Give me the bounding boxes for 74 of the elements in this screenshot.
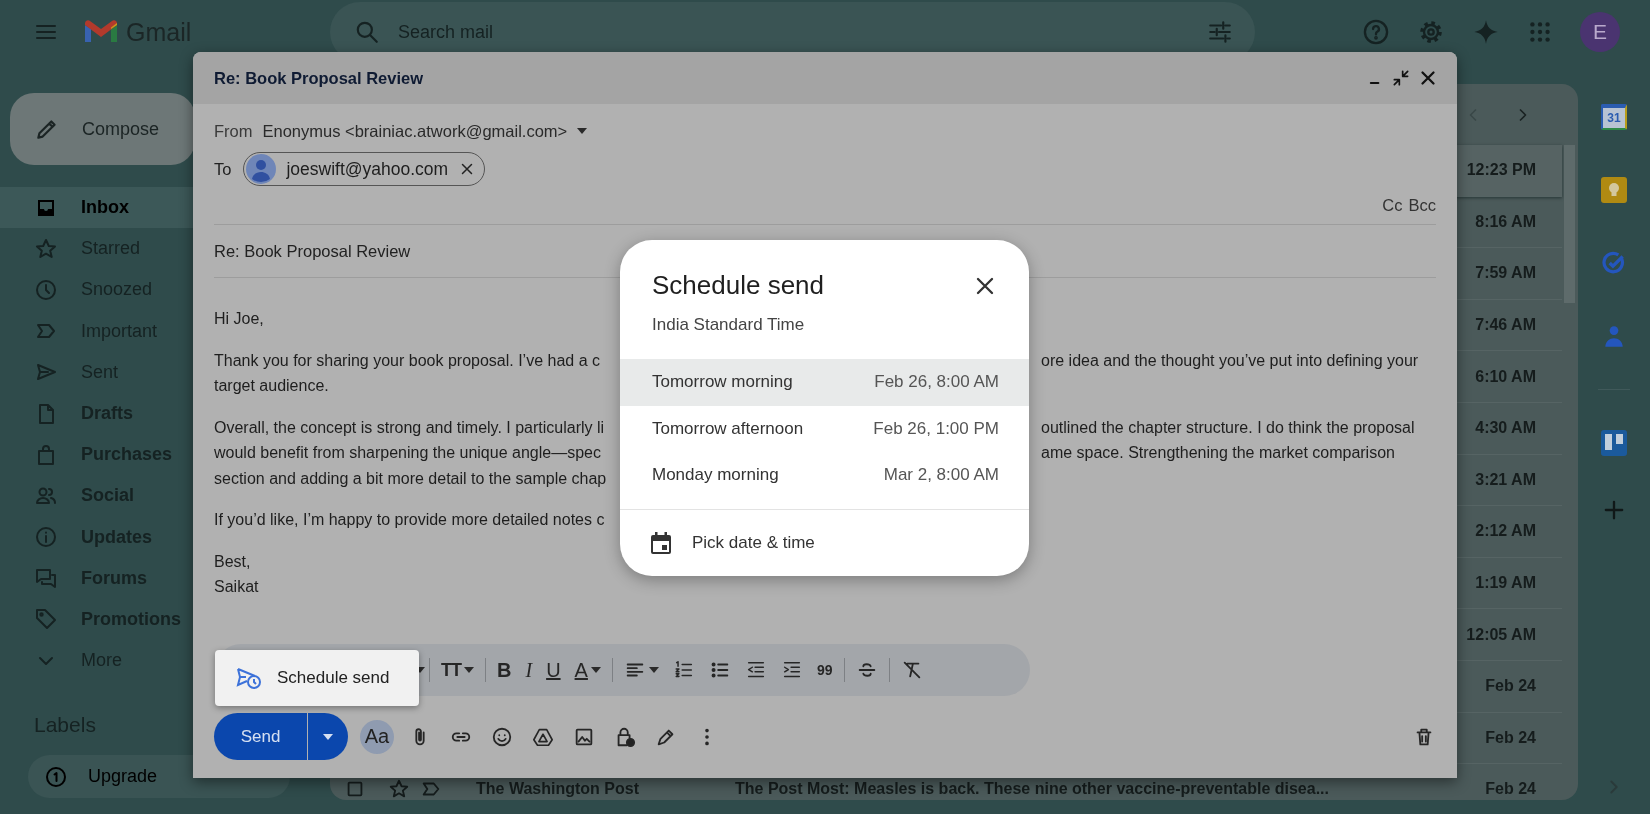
body-text: would benefit from sharpening the unique angle—spec: [214, 443, 602, 463]
mail-time: 4:30 AM: [1475, 419, 1537, 438]
tag-icon: [34, 607, 58, 632]
pick-date-time-option[interactable]: Pick date & time: [620, 509, 1029, 576]
body-text: ore idea and the thought you’ve put into defining your: [1041, 350, 1420, 371]
emoji-icon[interactable]: [491, 725, 513, 748]
board-icon[interactable]: [1601, 430, 1627, 456]
schedule-option[interactable]: Tomorrow morning Feb 26, 8:00 AM: [620, 359, 1029, 406]
compose-button[interactable]: Compose: [10, 93, 195, 165]
mail-time: 12:05 AM: [1466, 625, 1537, 644]
body-text: Best,: [214, 551, 252, 572]
schedule-option[interactable]: Monday morning Mar 2, 8:00 AM: [620, 452, 1029, 499]
star-icon: [34, 236, 58, 261]
mail-time: 1:19 AM: [1475, 574, 1537, 593]
mail-time: 7:46 AM: [1475, 316, 1537, 335]
mail-time: 12:23 PM: [1466, 161, 1537, 180]
caret-icon: [323, 733, 333, 740]
body-text: section and adding a bit more detail to the sample chap: [214, 468, 608, 489]
body-text: Saikat: [214, 577, 260, 597]
timezone-label: India Standard Time: [652, 314, 806, 336]
sender-name: The Washington Post: [476, 780, 640, 799]
mail-time: Feb 24: [1485, 677, 1537, 696]
mail-time: Feb 24: [1485, 728, 1537, 747]
font-size-button[interactable]: TT: [434, 654, 481, 686]
sender-address[interactable]: Enonymus <brainiac.atwork@gmail.com>: [262, 121, 568, 141]
person-avatar-icon: [246, 154, 277, 184]
mail-time: 3:21 AM: [1475, 470, 1537, 489]
bold-button[interactable]: B: [490, 654, 519, 686]
calendar-icon: [650, 530, 672, 555]
dialog-title: Schedule send: [652, 269, 825, 302]
mail-time: 7:59 AM: [1475, 264, 1537, 283]
calendar-icon[interactable]: 31: [1601, 104, 1627, 130]
chevron-down-icon: [38, 655, 54, 666]
star-icon: [388, 778, 410, 800]
number-one-circle-icon: [44, 764, 68, 789]
gmail-logo-icon: [84, 19, 118, 45]
underline-button[interactable]: U: [539, 654, 568, 686]
caret-icon[interactable]: [590, 667, 601, 673]
quote-button[interactable]: 99: [809, 654, 840, 686]
mail-time: 2:12 AM: [1475, 522, 1537, 541]
body-text: If you’d like, I’m happy to provide more detailed notes c: [214, 510, 606, 530]
body-text: Overall, the concept is strong and timely. I particularly li: [214, 417, 606, 438]
account-avatar[interactable]: E: [1580, 12, 1620, 52]
send-options-button[interactable]: [308, 713, 348, 760]
field-label: To: [214, 159, 232, 179]
bcc-link[interactable]: Bcc: [1408, 195, 1436, 215]
exit-full-screen-icon[interactable]: [1391, 68, 1411, 88]
send-button[interactable]: Send: [214, 713, 307, 760]
body-text: ame space. Strengthening the market comparison: [1041, 443, 1396, 463]
body-text: Thank you for sharing your book proposal. I’ve had a c: [214, 350, 601, 371]
caret-icon[interactable]: [577, 128, 588, 134]
body-text: outlined the chapter structure. I do think the proposal: [1041, 417, 1416, 438]
body-text: Hi Joe,: [214, 309, 265, 329]
chat-bubbles-icon: [34, 566, 58, 591]
scrollbar[interactable]: [1564, 145, 1575, 303]
subject-field[interactable]: Re: Book Proposal Review: [214, 241, 411, 261]
caret-icon[interactable]: [464, 667, 474, 673]
schedule-send-menu-item[interactable]: Schedule send: [215, 650, 419, 706]
clock-icon: [34, 277, 58, 302]
mail-time: 6:10 AM: [1475, 367, 1537, 386]
send-clock-icon: [235, 666, 263, 690]
schedule-option[interactable]: Tomorrow afternoon Feb 26, 1:00 PM: [620, 405, 1029, 452]
formatting-options-button[interactable]: Aa: [360, 719, 394, 754]
field-label: From: [214, 121, 253, 141]
mail-time: 8:16 AM: [1475, 212, 1537, 231]
text-color-button[interactable]: A: [567, 654, 608, 686]
mail-time: Feb 24: [1485, 780, 1537, 799]
caret-icon[interactable]: [648, 667, 659, 673]
compose-title: Re: Book Proposal Review: [214, 68, 424, 88]
italic-button[interactable]: I: [518, 654, 540, 686]
body-text: target audience.: [214, 376, 330, 396]
cc-link[interactable]: Cc: [1382, 195, 1403, 215]
subject-text: The Post Most: Measles is back. These nine other vaccine-preventable disea...: [735, 780, 1329, 799]
info-icon: [34, 525, 58, 550]
